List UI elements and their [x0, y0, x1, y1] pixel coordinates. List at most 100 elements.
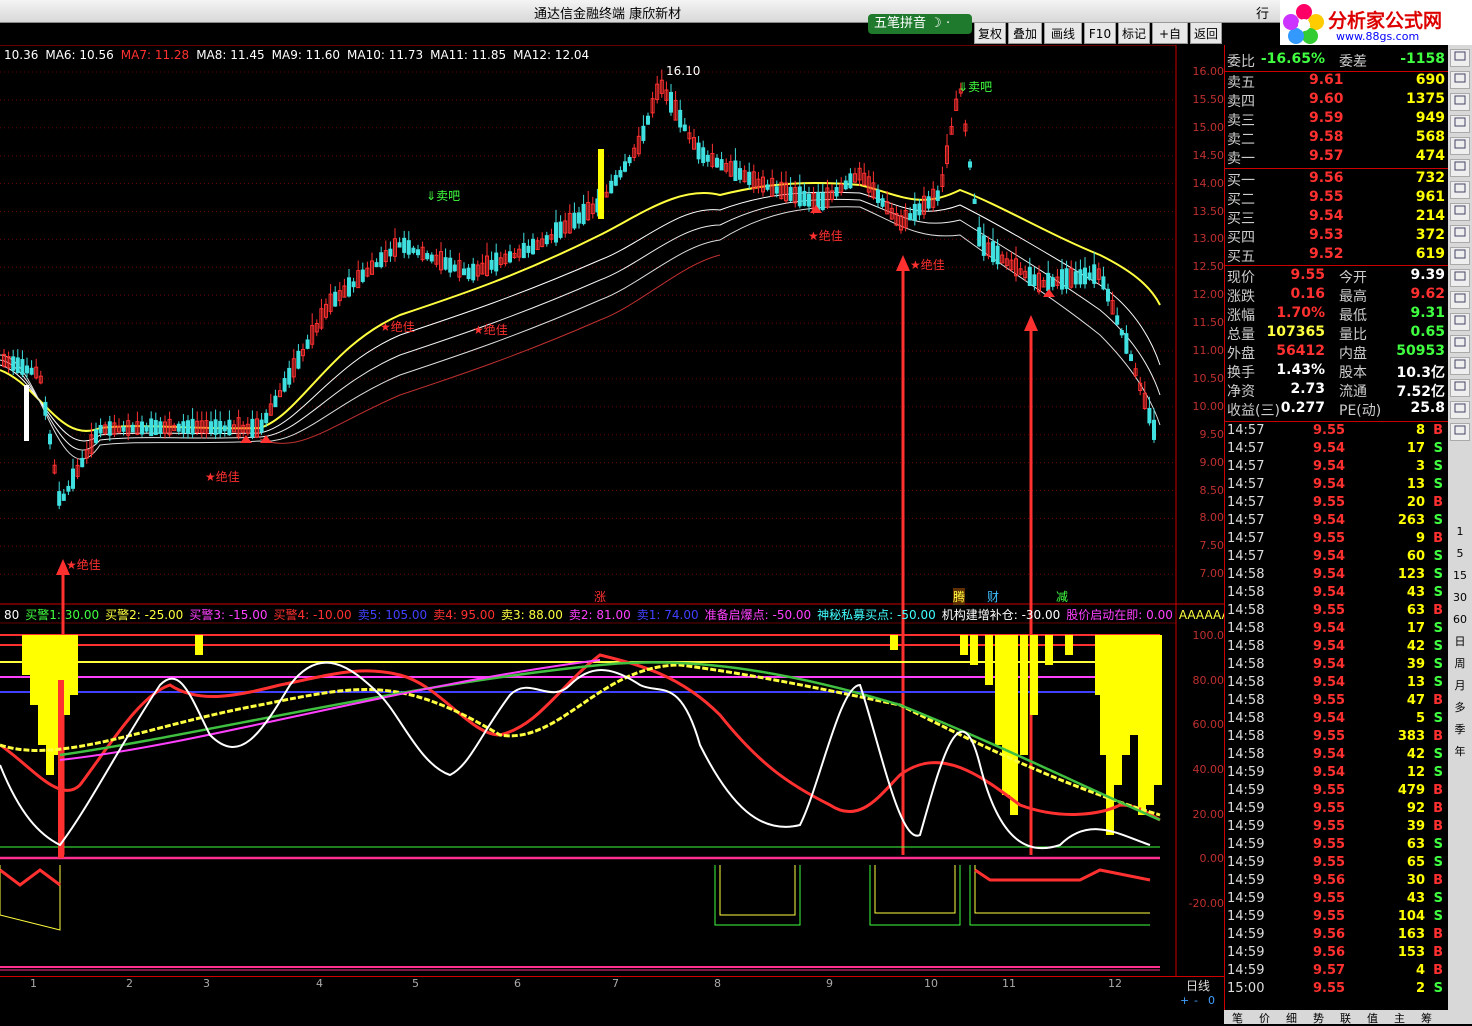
move-icon[interactable] — [1450, 401, 1470, 419]
toolbar-button-0[interactable]: 复权 — [974, 22, 1006, 44]
tick-volume: 65 — [1406, 855, 1425, 870]
month-label: 8 — [714, 977, 721, 990]
toolbar-button-6[interactable]: 返回 — [1190, 22, 1222, 44]
tick-row: 14:57 9.54 60 S — [1227, 549, 1447, 567]
buy-row[interactable]: 买一 9.56 732 — [1227, 170, 1447, 189]
chart-icon[interactable] — [1450, 115, 1470, 133]
tick-time: 15:00 — [1227, 981, 1265, 996]
quote-label: 收益(三) — [1227, 403, 1280, 419]
table-icon[interactable] — [1450, 225, 1470, 243]
tick-time: 14:58 — [1227, 621, 1265, 636]
info-icon[interactable] — [1450, 203, 1470, 221]
sell-row[interactable]: 卖四 9.60 1375 — [1227, 91, 1447, 110]
candle-icon[interactable] — [1450, 137, 1470, 155]
toolbar-button-3[interactable]: F10 — [1084, 22, 1116, 44]
sidebar-period-2[interactable]: 15 — [1450, 567, 1470, 585]
chart-canvas[interactable] — [0, 45, 1224, 976]
sidebar-period-8[interactable]: 多 — [1450, 699, 1470, 717]
star-icon[interactable] — [1450, 313, 1470, 331]
tick-volume: 43 — [1406, 891, 1425, 906]
tick-volume: 263 — [1397, 513, 1425, 528]
sidebar-period-9[interactable]: 季 — [1450, 721, 1470, 739]
toolbar-button-4[interactable]: 标记 — [1118, 22, 1150, 44]
calc-icon[interactable] — [1450, 291, 1470, 309]
buy-row[interactable]: 买二 9.55 961 — [1227, 189, 1447, 208]
tick-time: 14:59 — [1227, 819, 1265, 834]
tick-price: 9.55 — [1313, 783, 1346, 798]
ime-label: 五笔拼音 — [874, 16, 927, 31]
sidebar-period-10[interactable]: 年 — [1450, 743, 1470, 761]
toolbar-button-1[interactable]: 叠加 — [1008, 22, 1042, 44]
tick-volume: 39 — [1406, 657, 1425, 672]
news-icon[interactable] — [1450, 335, 1470, 353]
price-tick-label: 13.00 — [1192, 232, 1225, 246]
buy-row[interactable]: 买五 9.52 619 — [1227, 246, 1447, 265]
tick-volume: 383 — [1397, 729, 1425, 744]
sidebar-period-4[interactable]: 60 — [1450, 611, 1470, 629]
period-label[interactable]: 日线 — [1186, 977, 1210, 994]
tick-flag: S — [1433, 639, 1443, 654]
scale-control-button[interactable]: 0 — [1208, 994, 1215, 1007]
tick-price: 9.54 — [1313, 567, 1346, 582]
tick-volume: 3 — [1415, 459, 1425, 474]
sidebar-period-5[interactable]: 日 — [1450, 633, 1470, 651]
tick-price: 9.57 — [1313, 963, 1346, 978]
layers-icon[interactable] — [1450, 247, 1470, 265]
select-icon[interactable] — [1450, 423, 1470, 441]
quote-label-2: PE(动) — [1339, 403, 1382, 419]
sell-row[interactable]: 卖二 9.58 568 — [1227, 129, 1447, 148]
user-icon[interactable] — [1450, 269, 1470, 287]
sidebar-period-0[interactable]: 1 — [1450, 523, 1470, 541]
sell-volume: 474 — [1415, 148, 1445, 164]
toolbar-button-5[interactable]: +自选 — [1152, 22, 1188, 63]
sell-price: 9.61 — [1309, 72, 1344, 88]
tick-volume: 63 — [1406, 837, 1425, 852]
tick-price: 9.54 — [1313, 747, 1346, 762]
grid-icon[interactable] — [1450, 93, 1470, 111]
tick-time: 14:57 — [1227, 423, 1265, 438]
sidebar-period-3[interactable]: 30 — [1450, 589, 1470, 607]
ime-indicator[interactable]: 五笔拼音 ☽ · — [868, 14, 972, 34]
list-icon[interactable] — [1450, 159, 1470, 177]
buy-level-label: 买一 — [1227, 173, 1255, 189]
sell-row[interactable]: 卖五 9.61 690 — [1227, 72, 1447, 91]
sell-price: 9.60 — [1309, 91, 1344, 107]
scale-control-button[interactable]: + — [1180, 994, 1189, 1007]
tick-row: 14:59 9.55 39 B — [1227, 819, 1447, 837]
month-label: 1 — [30, 977, 37, 990]
top-right-tab[interactable]: 行 — [1256, 3, 1269, 22]
tick-flag: S — [1433, 441, 1443, 456]
tick-row: 14:58 9.55 383 B — [1227, 729, 1447, 747]
price-tick-label: 16.00 — [1192, 65, 1225, 78]
back-icon[interactable] — [1450, 71, 1470, 89]
sell-level-label: 卖三 — [1227, 113, 1255, 129]
quote-label-2: 流通 — [1339, 384, 1367, 400]
sidebar-period-1[interactable]: 5 — [1450, 545, 1470, 563]
tick-volume: 39 — [1406, 819, 1425, 834]
ma-white-line-1 — [0, 191, 1161, 442]
ma-legend-item: MA10: 11.73 — [347, 48, 424, 62]
sidebar-period-7[interactable]: 月 — [1450, 677, 1470, 695]
gear-icon[interactable] — [1450, 379, 1470, 397]
tick-time: 14:59 — [1227, 891, 1265, 906]
ma-legend-item: MA11: 11.85 — [430, 48, 507, 62]
quote-row: 收益(三) 0.277 PE(动) 25.8 — [1227, 400, 1447, 419]
tick-volume: 63 — [1406, 603, 1425, 618]
sell-row[interactable]: 卖三 9.59 949 — [1227, 110, 1447, 129]
sidebar-period-6[interactable]: 周 — [1450, 655, 1470, 673]
indicator-tick-label: 100.0 — [1192, 629, 1225, 642]
tick-row: 14:59 9.55 104 S — [1227, 909, 1447, 927]
home-icon[interactable] — [1450, 49, 1470, 67]
rsi-icon[interactable] — [1450, 357, 1470, 375]
toolbar-button-2[interactable]: 画线 — [1044, 22, 1082, 44]
indicator-legend-item: 卖4: 95.00 — [433, 608, 496, 622]
tick-price: 9.55 — [1313, 531, 1346, 546]
sell-volume: 1375 — [1406, 91, 1445, 107]
tick-flag: S — [1433, 513, 1443, 528]
scale-control-button[interactable]: - — [1194, 994, 1198, 1007]
buy-row[interactable]: 买三 9.54 214 — [1227, 208, 1447, 227]
buy-row[interactable]: 买四 9.53 372 — [1227, 227, 1447, 246]
sell-row[interactable]: 卖一 9.57 474 — [1227, 148, 1447, 167]
window-icon[interactable] — [1450, 181, 1470, 199]
tick-row: 14:58 9.54 39 S — [1227, 657, 1447, 675]
